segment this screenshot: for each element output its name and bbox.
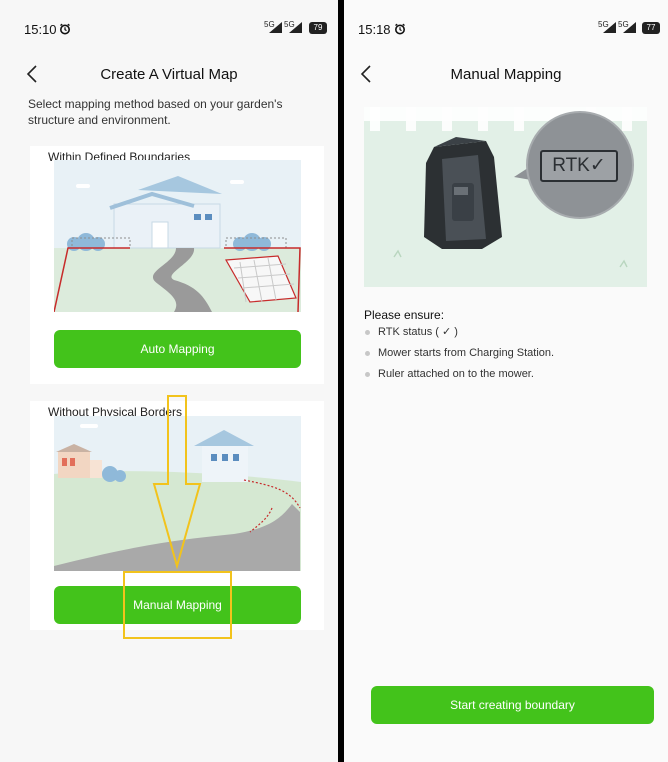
status-time: 15:18 [358,22,391,37]
left-screen: 15:10 5G 5G 79 Create A Virtual Map Sele… [0,0,341,762]
auto-mapping-button[interactable]: Auto Mapping [54,330,301,368]
mower-illustration: RTK✓ [364,107,647,287]
manual-mapping-label: Manual Mapping [133,598,222,612]
list-item: RTK status ( ✓ ) [364,322,554,343]
signal-icon [289,22,302,33]
page-title: Create A Virtual Map [100,66,238,83]
alarm-icon [395,23,405,35]
checklist: RTK status ( ✓ ) Mower starts from Charg… [364,322,554,385]
rtk-magnifier: RTK✓ [526,111,634,219]
signal-icon [603,22,616,33]
nav-bar: Manual Mapping [344,60,668,90]
alarm-icon [60,23,70,35]
manual-mapping-button[interactable]: Manual Mapping [54,586,301,624]
signal-icon [269,22,282,33]
page-description: Select mapping method based on your gard… [28,97,283,127]
open-garden-illustration [54,416,301,571]
status-time: 15:10 [24,22,57,37]
ensure-heading: Please ensure: [364,308,445,322]
rtk-badge: RTK✓ [540,150,618,182]
status-bar: 15:18 5G 5G 77 [344,0,668,60]
nav-bar: Create A Virtual Map [0,60,338,90]
battery-icon: 79 [309,22,327,34]
auto-mapping-label: Auto Mapping [140,342,215,356]
start-creating-boundary-button[interactable]: Start creating boundary [371,686,654,724]
mapping-card-auto[interactable]: Within Defined Boundaries Auto Mapping [30,146,324,384]
list-item: Mower starts from Charging Station. [364,343,554,364]
status-bar: 15:10 5G 5G 79 [0,0,338,60]
right-screen: 15:18 5G 5G 77 Manual Mapping RTK✓ Pleas… [344,0,668,762]
battery-icon: 77 [642,22,660,34]
page-title: Manual Mapping [450,66,562,83]
garden-boundary-illustration [54,160,301,312]
list-item: Ruler attached on to the mower. [364,364,554,385]
mapping-card-manual[interactable]: Without Physical Borders Manual Mapping [30,401,324,630]
signal-icon [623,22,636,33]
start-creating-boundary-label: Start creating boundary [450,698,575,712]
